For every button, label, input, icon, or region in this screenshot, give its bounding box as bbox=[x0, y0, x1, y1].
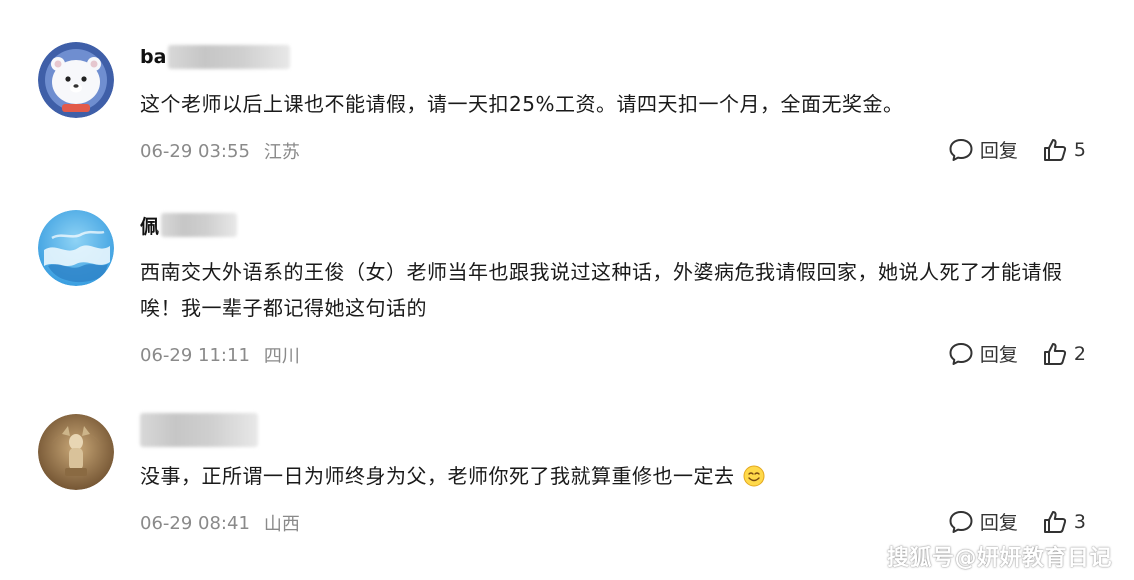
comment-actions: 回复 3 bbox=[948, 508, 1086, 535]
comment-date: 06-29 08:41 bbox=[140, 512, 250, 534]
username[interactable]: ba bbox=[140, 46, 166, 68]
comment-location: 四川 bbox=[263, 346, 300, 367]
comment-text: 这个老师以后上课也不能请假，请一天扣25%工资。请四天扣一个月，全面无奖金。 bbox=[140, 92, 904, 116]
username[interactable]: 佩 bbox=[140, 212, 159, 239]
watermark: 搜狐号@妍妍教育日记 bbox=[886, 546, 1112, 571]
blurred-username bbox=[161, 213, 238, 237]
thumbs-up-icon bbox=[1043, 342, 1067, 365]
like-button[interactable]: 2 bbox=[1042, 341, 1086, 367]
like-count: 5 bbox=[1073, 138, 1086, 161]
username-row: ba bbox=[140, 44, 291, 70]
like-count: 2 bbox=[1073, 342, 1086, 365]
reply-button[interactable]: 回复 bbox=[948, 340, 1018, 367]
smiling-face-emoji bbox=[743, 465, 765, 487]
comment-text: 没事，正所谓一日为师终身为父，老师你死了我就算重修也一定去 bbox=[140, 458, 1100, 494]
comment-date: 06-29 03:55 bbox=[140, 140, 250, 162]
comment-location: 山西 bbox=[263, 514, 300, 535]
comment-bubble-icon bbox=[949, 138, 973, 161]
polar-bear-astronaut-avatar[interactable] bbox=[38, 42, 114, 118]
like-button[interactable]: 5 bbox=[1042, 137, 1086, 163]
reply-button[interactable]: 回复 bbox=[948, 136, 1018, 163]
comment-location: 江苏 bbox=[263, 142, 300, 163]
comment-date: 06-29 11:11 bbox=[140, 344, 250, 366]
blurred-username bbox=[140, 413, 258, 447]
username-row bbox=[140, 412, 258, 447]
comment-list: ba 这个老师以后上课也不能请假，请一天扣25%工资。请四天扣一个月，全面无奖金… bbox=[0, 0, 1134, 580]
comment-actions: 回复 5 bbox=[948, 136, 1086, 163]
thumbs-up-icon bbox=[1043, 510, 1067, 533]
like-button[interactable]: 3 bbox=[1042, 509, 1086, 535]
comment-meta: 06-29 08:41 山西 bbox=[140, 510, 300, 536]
username-row: 佩 bbox=[140, 212, 238, 239]
comment-bubble-icon bbox=[949, 510, 973, 533]
comment-text: 西南交大外语系的王俊（女）老师当年也跟我说过这种话，外婆病危我请假回家，她说人死… bbox=[140, 260, 1063, 320]
reply-label: 回复 bbox=[979, 140, 1018, 162]
comment-meta: 06-29 03:55 江苏 bbox=[140, 138, 300, 164]
comment-actions: 回复 2 bbox=[948, 340, 1086, 367]
blue-wave-avatar[interactable] bbox=[38, 210, 114, 286]
blurred-username bbox=[168, 45, 291, 69]
thumbs-up-icon bbox=[1043, 138, 1067, 161]
comment-bubble-icon bbox=[949, 342, 973, 365]
figurine-avatar[interactable] bbox=[38, 414, 114, 490]
comment-text-content: 没事，正所谓一日为师终身为父，老师你死了我就算重修也一定去 bbox=[140, 464, 735, 488]
comment-meta: 06-29 11:11 四川 bbox=[140, 342, 300, 368]
reply-label: 回复 bbox=[979, 512, 1018, 534]
like-count: 3 bbox=[1073, 510, 1086, 533]
reply-label: 回复 bbox=[979, 344, 1018, 366]
reply-button[interactable]: 回复 bbox=[948, 508, 1018, 535]
